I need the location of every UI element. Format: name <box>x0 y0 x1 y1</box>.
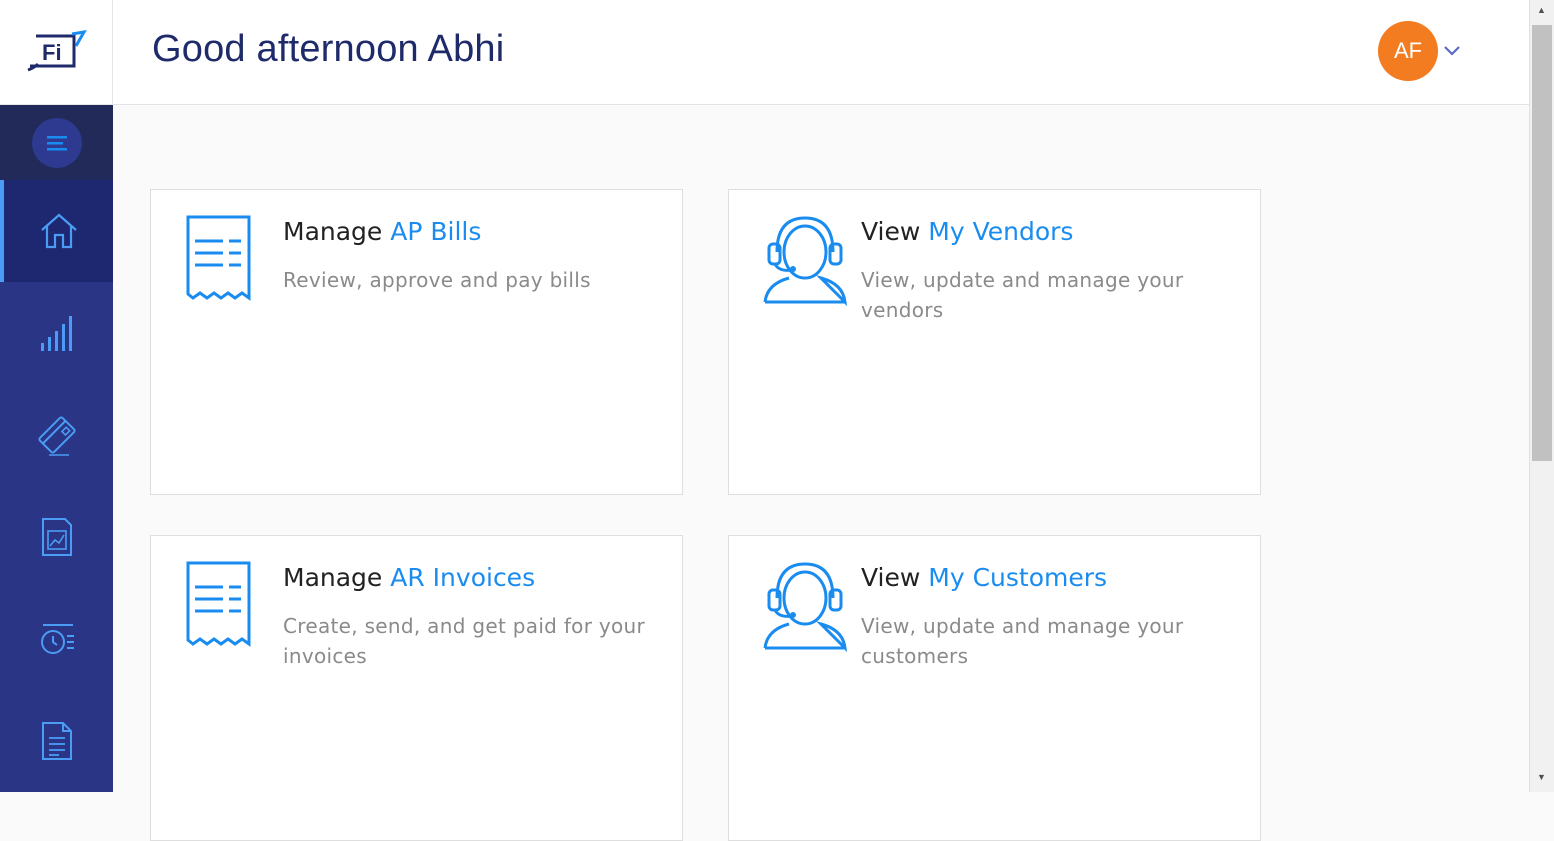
bar-chart-icon <box>40 316 72 351</box>
vertical-scrollbar[interactable]: ▲ ▼ <box>1529 0 1554 792</box>
card-description: Create, send, and get paid for your invo… <box>283 614 646 668</box>
card-title: View My Customers <box>861 563 1107 592</box>
sidebar-item-payments[interactable] <box>0 384 113 486</box>
sidebar-item-analytics[interactable] <box>0 282 113 384</box>
credit-card-icon <box>37 416 76 456</box>
card-description: View, update and manage your customers <box>861 614 1184 668</box>
sidebar-item-schedule[interactable] <box>0 588 113 690</box>
sidebar-item-documents[interactable] <box>0 690 113 792</box>
card-title-prefix: View <box>861 217 921 246</box>
menu-toggle-wrap <box>0 105 113 180</box>
sidebar <box>0 105 113 792</box>
bill-receipt-icon <box>186 215 251 301</box>
card-title: Manage AR Invoices <box>283 563 535 592</box>
card-title: Manage AP Bills <box>283 217 481 246</box>
card-title-prefix: View <box>861 563 921 592</box>
card-description: Review, approve and pay bills <box>283 268 591 292</box>
clock-list-icon <box>40 624 74 654</box>
card-my-vendors[interactable]: View My Vendors View, update and manage … <box>728 189 1261 495</box>
scrollbar-thumb[interactable] <box>1532 25 1552 461</box>
card-title-link[interactable]: My Customers <box>928 563 1107 592</box>
chevron-down-icon[interactable] <box>1443 45 1461 57</box>
card-ar-invoices[interactable]: Manage AR Invoices Create, send, and get… <box>150 535 683 841</box>
card-title: View My Vendors <box>861 217 1073 246</box>
card-my-customers[interactable]: View My Customers View, update and manag… <box>728 535 1261 841</box>
logo[interactable]: Fi <box>0 0 113 105</box>
card-title-link[interactable]: My Vendors <box>928 217 1073 246</box>
greeting-title: Good afternoon Abhi <box>152 28 505 70</box>
header: Good afternoon Abhi AF <box>113 0 1529 105</box>
report-chart-icon <box>41 518 72 556</box>
document-icon <box>41 722 72 760</box>
scroll-up-arrow-icon[interactable]: ▲ <box>1537 5 1546 15</box>
hamburger-icon <box>46 135 67 150</box>
card-ap-bills[interactable]: Manage AP Bills Review, approve and pay … <box>150 189 683 495</box>
scroll-down-arrow-icon[interactable]: ▼ <box>1537 772 1546 782</box>
card-title-prefix: Manage <box>283 217 383 246</box>
invoice-receipt-icon <box>186 561 251 647</box>
headset-person-icon <box>763 562 847 652</box>
card-description: View, update and manage your vendors <box>861 268 1184 322</box>
card-title-link[interactable]: AR Invoices <box>390 563 535 592</box>
card-title-link[interactable]: AP Bills <box>390 217 481 246</box>
fi-logo-icon: Fi <box>27 30 87 72</box>
menu-toggle-button[interactable] <box>31 117 82 168</box>
card-title-prefix: Manage <box>283 563 383 592</box>
svg-text:Fi: Fi <box>42 40 62 65</box>
avatar[interactable]: AF <box>1378 21 1438 81</box>
sidebar-item-home[interactable] <box>0 180 113 282</box>
headset-person-icon <box>763 216 847 306</box>
home-icon <box>40 213 77 249</box>
sidebar-item-reports[interactable] <box>0 486 113 588</box>
